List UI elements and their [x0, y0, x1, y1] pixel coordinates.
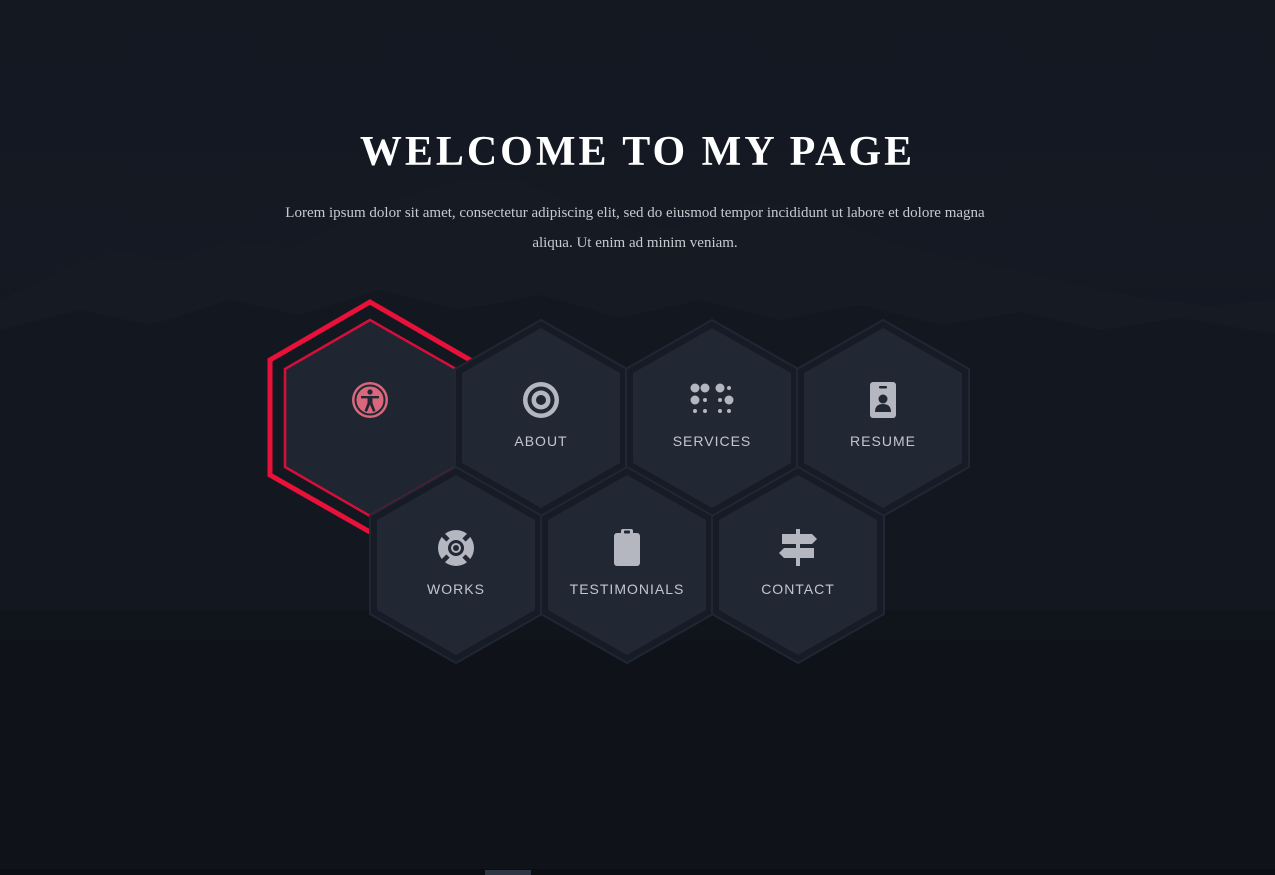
nav-label-works: WORKS	[427, 581, 485, 597]
nav-label-about: ABOUT	[514, 433, 567, 449]
id-badge-icon	[870, 382, 896, 418]
nav-label-services: SERVICES	[673, 433, 752, 449]
nav-label-testimonials: TESTIMONIALS	[570, 581, 685, 597]
life-ring-icon	[438, 530, 474, 566]
nav-label-contact: CONTACT	[761, 581, 835, 597]
scrollbar-thumb[interactable]	[485, 870, 531, 875]
hero-section: WELCOME TO MY PAGE Lorem ipsum dolor sit…	[0, 0, 1275, 875]
hex-menu: ABOUT SERVICES RESUME WORKS TESTIMONIALS…	[267, 299, 970, 665]
target-icon	[523, 382, 559, 418]
clipboard-icon	[614, 529, 640, 566]
horizontal-scrollbar[interactable]	[0, 869, 1275, 875]
accessibility-icon	[352, 382, 388, 418]
nav-label-resume: RESUME	[850, 433, 916, 449]
